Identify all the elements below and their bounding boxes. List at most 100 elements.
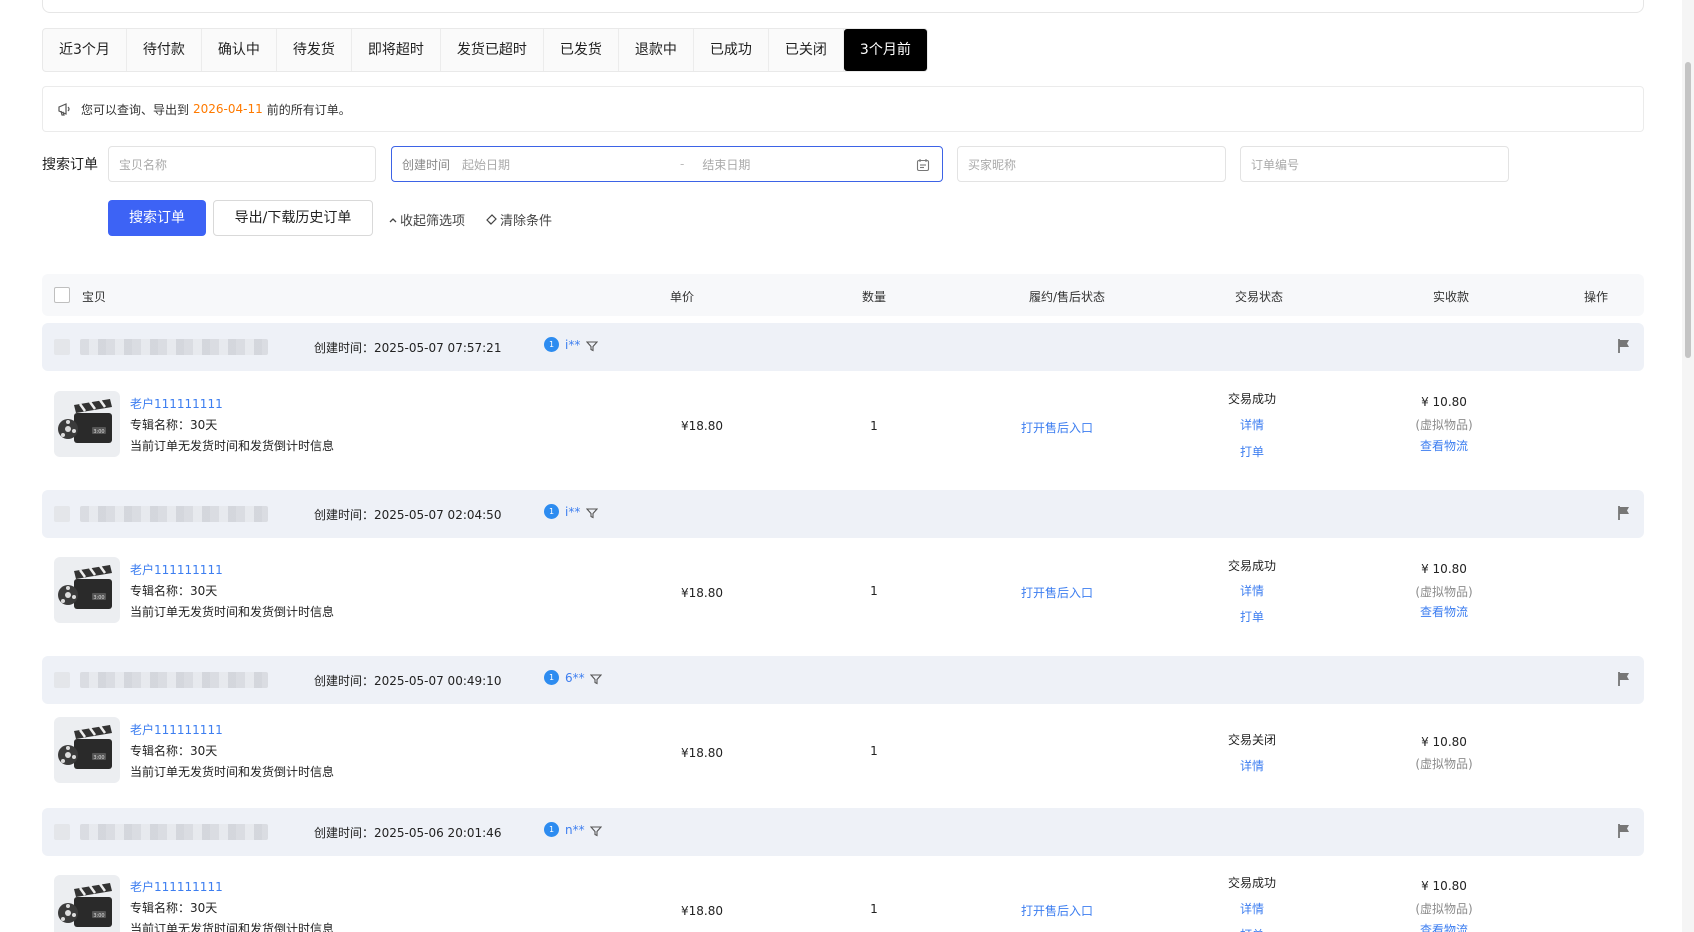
after-sale-entry-link[interactable]: 打开售后入口 xyxy=(1002,902,1112,919)
buyer-link[interactable]: 1 6** xyxy=(544,670,585,685)
tab-shipped[interactable]: 已发货 xyxy=(544,29,619,71)
product-thumbnail[interactable]: 3:00 xyxy=(54,391,120,457)
tab-pending-payment[interactable]: 待付款 xyxy=(127,29,202,71)
order-created-time: 创建时间：2025-05-07 02:04:50 xyxy=(314,508,502,522)
virtual-goods-label: (虚拟物品) xyxy=(1415,757,1473,771)
order-checkbox[interactable] xyxy=(54,339,70,355)
order-created-time: 创建时间：2025-05-07 00:49:10 xyxy=(314,674,502,688)
order-number-redacted xyxy=(80,824,268,840)
detail-link[interactable]: 详情 xyxy=(1202,757,1302,774)
album-name: 专辑名称：30天 xyxy=(130,584,218,598)
clapperboard-icon: 3:00 xyxy=(58,883,112,927)
virtual-goods-label: (虚拟物品) xyxy=(1415,902,1473,916)
item-name-field[interactable]: 宝贝名称 xyxy=(108,146,376,182)
page-scrollbar[interactable] xyxy=(1682,0,1694,932)
order-checkbox[interactable] xyxy=(54,672,70,688)
order-number-redacted xyxy=(80,506,268,522)
product-title-link[interactable]: 老户111111111 xyxy=(130,878,223,895)
tab-pending-shipment[interactable]: 待发货 xyxy=(277,29,352,71)
detail-link[interactable]: 详情 xyxy=(1202,900,1302,917)
trade-status: 交易成功 xyxy=(1227,392,1276,406)
buyer-nickname: n** xyxy=(565,822,585,837)
view-logistics-link[interactable]: 查看物流 xyxy=(1394,437,1494,454)
buyer-nickname: 6** xyxy=(565,670,585,685)
after-sale-entry-link[interactable]: 打开售后入口 xyxy=(1002,419,1112,436)
trade-status: 交易关闭 xyxy=(1227,733,1276,747)
date-range-field[interactable]: 创建时间 起始日期 - 结束日期 xyxy=(391,146,943,182)
order-number-redacted xyxy=(80,672,268,688)
buyer-link[interactable]: 1 n** xyxy=(544,822,585,837)
start-date-input[interactable]: 起始日期 xyxy=(462,156,662,173)
tab-about-to-timeout[interactable]: 即将超时 xyxy=(352,29,441,71)
tab-refunding[interactable]: 退款中 xyxy=(619,29,694,71)
order-checkbox[interactable] xyxy=(54,824,70,840)
tab-closed[interactable]: 已关闭 xyxy=(769,29,844,71)
flag-icon[interactable] xyxy=(1616,505,1632,521)
svg-text:3:00: 3:00 xyxy=(93,595,104,601)
collapse-filters-link[interactable]: 收起筛选项 xyxy=(388,210,465,229)
print-order-link[interactable]: 打单 xyxy=(1202,926,1302,932)
shipping-note: 当前订单无发货时间和发货倒计时信息 xyxy=(130,605,335,619)
scrollbar-thumb[interactable] xyxy=(1685,62,1691,358)
view-logistics-link[interactable]: 查看物流 xyxy=(1394,603,1494,620)
filter-icon[interactable] xyxy=(590,673,602,685)
buyer-nickname-field[interactable]: 买家昵称 xyxy=(957,146,1226,182)
shipping-note: 当前订单无发货时间和发货倒计时信息 xyxy=(130,765,335,779)
view-logistics-link[interactable]: 查看物流 xyxy=(1394,921,1494,932)
svg-text:3:00: 3:00 xyxy=(93,913,104,919)
flag-icon[interactable] xyxy=(1616,338,1632,354)
end-date-input[interactable]: 结束日期 xyxy=(702,156,750,173)
order-row: 3:00 老户111111111 专辑名称：30天 当前订单无发货时间和发货倒计… xyxy=(42,864,1644,932)
date-separator: - xyxy=(680,157,685,171)
export-history-button[interactable]: 导出/下载历史订单 xyxy=(213,200,373,236)
col-quantity: 数量 xyxy=(862,290,887,304)
order-header: 创建时间：2025-05-07 07:57:21 1 i** xyxy=(42,323,1644,371)
filter-icon[interactable] xyxy=(586,340,598,352)
filter-icon[interactable] xyxy=(590,825,602,837)
received-amount: ¥ 10.80 xyxy=(1421,735,1467,749)
buyer-link[interactable]: 1 i** xyxy=(544,504,580,519)
album-name: 专辑名称：30天 xyxy=(130,744,218,758)
buyer-badge-icon: 1 xyxy=(544,337,559,352)
product-title-link[interactable]: 老户111111111 xyxy=(130,395,223,412)
buyer-badge-icon: 1 xyxy=(544,670,559,685)
tab-succeeded[interactable]: 已成功 xyxy=(694,29,769,71)
col-fulfillment: 履约/售后状态 xyxy=(1029,290,1106,304)
buyer-link[interactable]: 1 i** xyxy=(544,337,580,352)
svg-text:3:00: 3:00 xyxy=(93,429,104,435)
detail-link[interactable]: 详情 xyxy=(1202,582,1302,599)
print-order-link[interactable]: 打单 xyxy=(1202,608,1302,625)
product-thumbnail[interactable]: 3:00 xyxy=(54,557,120,623)
calendar-icon[interactable] xyxy=(916,158,930,172)
order-row: 3:00 老户111111111 专辑名称：30天 当前订单无发货时间和发货倒计… xyxy=(42,379,1644,489)
tab-confirming[interactable]: 确认中 xyxy=(202,29,277,71)
filter-icon[interactable] xyxy=(586,507,598,519)
status-tabs: 近3个月 待付款 确认中 待发货 即将超时 发货已超时 已发货 退款中 已成功 … xyxy=(42,28,928,72)
print-order-link[interactable]: 打单 xyxy=(1202,443,1302,460)
clear-conditions-label: 清除条件 xyxy=(500,214,553,229)
tab-shipping-overdue[interactable]: 发货已超时 xyxy=(441,29,544,71)
product-title-link[interactable]: 老户111111111 xyxy=(130,721,223,738)
tab-recent-3-months[interactable]: 近3个月 xyxy=(43,29,127,71)
created-time-label: 创建时间 xyxy=(402,157,451,172)
flag-icon[interactable] xyxy=(1616,671,1632,687)
detail-link[interactable]: 详情 xyxy=(1202,416,1302,433)
collapse-filters-label: 收起筛选项 xyxy=(400,214,466,229)
search-orders-button[interactable]: 搜索订单 xyxy=(108,200,206,236)
unit-price: ¥18.80 xyxy=(681,419,723,433)
clapperboard-icon: 3:00 xyxy=(58,725,112,769)
clear-conditions-link[interactable]: 清除条件 xyxy=(485,210,552,229)
tab-3-months-ago[interactable]: 3个月前 xyxy=(843,29,927,71)
clapperboard-icon: 3:00 xyxy=(58,399,112,443)
buyer-badge-icon: 1 xyxy=(544,822,559,837)
after-sale-entry-link[interactable]: 打开售后入口 xyxy=(1002,584,1112,601)
product-thumbnail[interactable]: 3:00 xyxy=(54,717,120,783)
search-label: 搜索订单 xyxy=(42,157,98,173)
received-amount: ¥ 10.80 xyxy=(1421,562,1467,576)
order-checkbox[interactable] xyxy=(54,506,70,522)
flag-icon[interactable] xyxy=(1616,823,1632,839)
select-all-checkbox[interactable] xyxy=(54,287,70,303)
product-thumbnail[interactable]: 3:00 xyxy=(54,875,120,932)
order-number-field[interactable]: 订单编号 xyxy=(1240,146,1509,182)
product-title-link[interactable]: 老户111111111 xyxy=(130,561,223,578)
